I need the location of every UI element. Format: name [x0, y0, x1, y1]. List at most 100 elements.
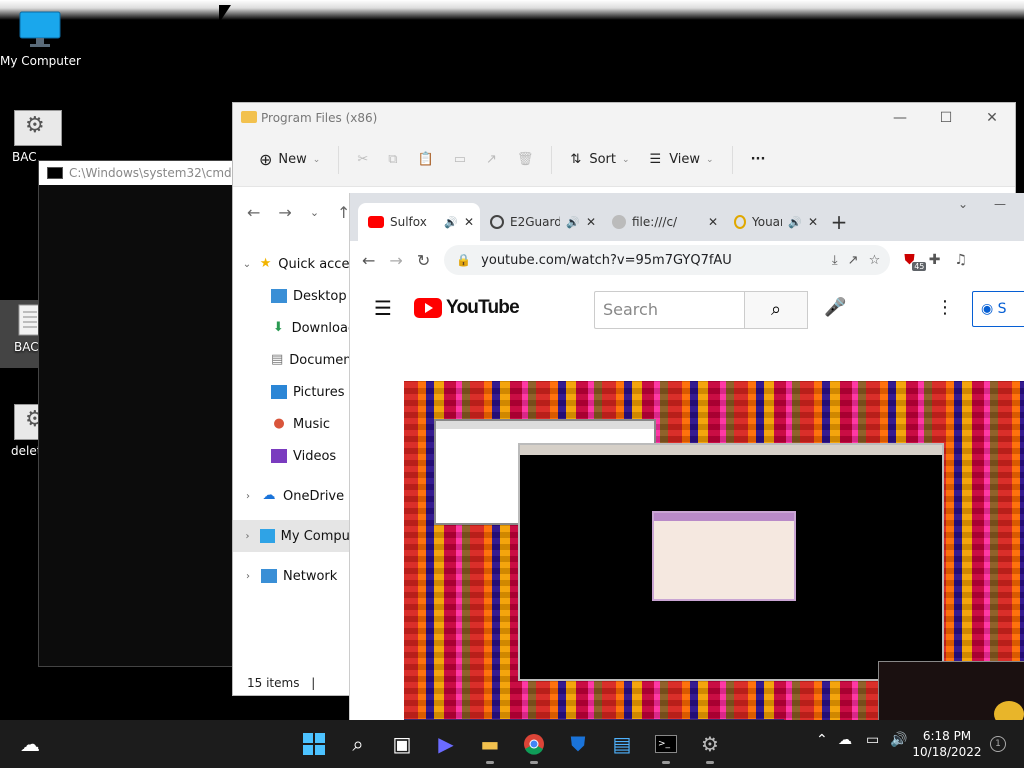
delete-icon[interactable]: 🗑 — [509, 148, 542, 171]
nav-item-downloads[interactable]: ⬇ Downloads — [233, 312, 363, 344]
explorer-title-bar[interactable]: Program Files (x86) — ☐ ✕ — [233, 103, 1015, 133]
maximize-icon[interactable]: ☐ — [923, 103, 969, 133]
desktop-icon-bac-2[interactable]: BAC — [0, 300, 42, 368]
file-explorer-taskbar-icon[interactable]: ▬ — [474, 728, 506, 764]
cut-icon[interactable]: ✂ — [349, 148, 376, 171]
item-count: 15 items — [247, 676, 300, 690]
search-icon[interactable]: ⌕ — [744, 291, 808, 329]
tab-search-chevron-icon[interactable]: ⌄ — [958, 197, 968, 211]
chevron-right-icon: › — [246, 490, 250, 502]
close-icon[interactable]: ✕ — [969, 103, 1015, 133]
back-arrow-icon[interactable]: ← — [247, 203, 260, 222]
new-button[interactable]: ⊕ New ⌄ — [251, 146, 328, 173]
sign-in-button[interactable]: ◉ S — [972, 291, 1024, 327]
desktop-icon-my-computer[interactable]: My Computer — [0, 10, 81, 68]
puzzle-icon[interactable]: ✚ — [929, 252, 941, 268]
new-tab-button[interactable]: + — [824, 203, 854, 241]
nav-onedrive[interactable]: › ☁ OneDrive — [233, 480, 363, 512]
desktop-icon-bac-1[interactable]: ⚙ BAC — [0, 110, 78, 164]
task-view-icon[interactable]: ▣ — [386, 728, 418, 760]
address-bar[interactable]: 🔒 youtube.com/watch?v=95m7GYQ7fAU ⤓ ↗ ☆ — [444, 245, 891, 275]
youtube-search-input[interactable]: Search — [594, 291, 744, 329]
view-label: View — [669, 152, 701, 167]
recent-chevron-icon[interactable]: ⌄ — [310, 206, 319, 219]
divider — [731, 145, 733, 174]
tab-file[interactable]: file:///c/ ✕ — [602, 203, 724, 241]
video-player[interactable] — [404, 381, 1024, 720]
nav-quick-access[interactable]: ⌄ ★ Quick access — [233, 248, 363, 280]
nav-network[interactable]: › Network — [233, 560, 363, 592]
more-options-button[interactable]: ··· — [743, 148, 774, 171]
taskbar: ☁ ⌕ ▣ ▶ ▬ ⛊ ▤ >_ ⚙ ⌃ ☁ ▭ 🔊 6:18 PM 10/18… — [0, 720, 1024, 768]
start-button[interactable] — [298, 728, 330, 760]
defender-shield-icon[interactable]: ⛊ — [562, 728, 594, 760]
chevron-down-icon: ⌄ — [312, 154, 321, 165]
copy-icon[interactable]: ⧉ — [380, 148, 405, 171]
search-icon[interactable]: ⌕ — [342, 728, 374, 760]
speaker-icon[interactable]: 🔊 — [444, 216, 458, 229]
chat-icon[interactable]: ▶ — [430, 728, 462, 760]
view-button[interactable]: ☰ View ⌄ — [642, 148, 722, 171]
minimize-icon[interactable]: — — [994, 197, 1006, 211]
close-tab-icon[interactable]: ✕ — [708, 215, 718, 229]
chrome-logo-icon — [524, 734, 544, 755]
network-tray-icon[interactable]: ▭ — [866, 732, 879, 748]
chevron-up-icon[interactable]: ⌃ — [816, 732, 828, 748]
video-icon — [271, 449, 287, 463]
clock-time: 6:18 PM — [922, 729, 972, 743]
settings-gear-icon[interactable]: ⚙ — [694, 728, 726, 764]
more-vertical-icon[interactable]: ⋮ — [936, 297, 954, 318]
paste-icon[interactable]: 📋 — [410, 148, 442, 171]
rename-icon[interactable]: ▭ — [446, 148, 474, 171]
nav-my-computer[interactable]: › My Compute — [233, 520, 363, 552]
tab-sulfox[interactable]: Sulfox 🔊 ✕ — [358, 203, 480, 241]
view-icon: ☰ — [649, 152, 662, 167]
forward-arrow-icon[interactable]: → — [278, 203, 291, 222]
bookmark-star-icon[interactable]: ☆ — [869, 253, 891, 268]
onedrive-tray-icon[interactable]: ☁ — [838, 732, 852, 748]
reload-icon[interactable]: ↻ — [417, 251, 430, 270]
volume-icon[interactable]: 🔊 — [890, 732, 907, 748]
terminal-icon[interactable]: >_ — [650, 728, 682, 764]
desktop: My Computer ⚙ BAC BAC ⚙ delet C:\Windows… — [0, 0, 1024, 720]
close-tab-icon[interactable]: ✕ — [808, 215, 818, 229]
share-icon[interactable]: ↗ — [478, 148, 505, 171]
media-control-icon[interactable]: ♫ — [954, 252, 967, 268]
close-tab-icon[interactable]: ✕ — [464, 215, 474, 229]
speaker-icon[interactable]: 🔊 — [566, 216, 580, 229]
close-tab-icon[interactable]: ✕ — [586, 215, 596, 229]
install-icon[interactable]: ⤓ — [832, 253, 838, 268]
share-icon[interactable]: ↗ — [848, 253, 859, 268]
minimize-icon[interactable]: — — [877, 103, 923, 133]
windows-logo-icon — [303, 733, 325, 755]
speaker-icon[interactable]: 🔊 — [788, 216, 802, 229]
video-frame-emoji — [994, 701, 1024, 720]
chrome-taskbar-icon[interactable] — [518, 728, 550, 764]
weather-icon[interactable]: ☁ — [14, 728, 46, 760]
forward-arrow-icon[interactable]: → — [389, 251, 402, 270]
chrome-window[interactable]: Sulfox 🔊 ✕ E2Guardia 🔊 ✕ file:///c/ ✕ Yo… — [349, 193, 1024, 720]
screen-top-glitch-band — [0, 0, 1024, 20]
sort-button[interactable]: ⇅ Sort ⌄ — [562, 148, 637, 171]
globe-icon — [612, 215, 626, 229]
nav-item-desktop[interactable]: Desktop — [233, 280, 363, 312]
tab-youare[interactable]: Youare 🔊 ✕ — [724, 203, 824, 241]
download-icon: ⬇ — [272, 320, 284, 335]
new-label: New — [278, 152, 307, 167]
cmd-window[interactable]: C:\Windows\system32\cmd.ex — [38, 160, 248, 667]
system-clock[interactable]: 6:18 PM 10/18/2022 — [912, 728, 982, 760]
back-arrow-icon[interactable]: ← — [362, 251, 375, 270]
tab-e2guardian[interactable]: E2Guardia 🔊 ✕ — [480, 203, 602, 241]
cmd-title-bar[interactable]: C:\Windows\system32\cmd.ex — [39, 161, 247, 185]
notification-icon[interactable]: 1 — [990, 736, 1006, 752]
nav-item-videos[interactable]: Videos — [233, 440, 363, 472]
youtube-logo[interactable]: YouTube — [414, 297, 520, 319]
nav-item-music[interactable]: ● Music — [233, 408, 363, 440]
nav-label: Network — [283, 568, 338, 584]
clock-date: 10/18/2022 — [912, 745, 982, 759]
hamburger-menu-icon[interactable]: ☰ — [374, 296, 414, 320]
microphone-icon[interactable]: 🎤 — [824, 297, 846, 318]
nav-item-pictures[interactable]: Pictures — [233, 376, 363, 408]
nav-item-documents[interactable]: ▤ Documents — [233, 344, 363, 376]
notepad-icon[interactable]: ▤ — [606, 728, 638, 760]
